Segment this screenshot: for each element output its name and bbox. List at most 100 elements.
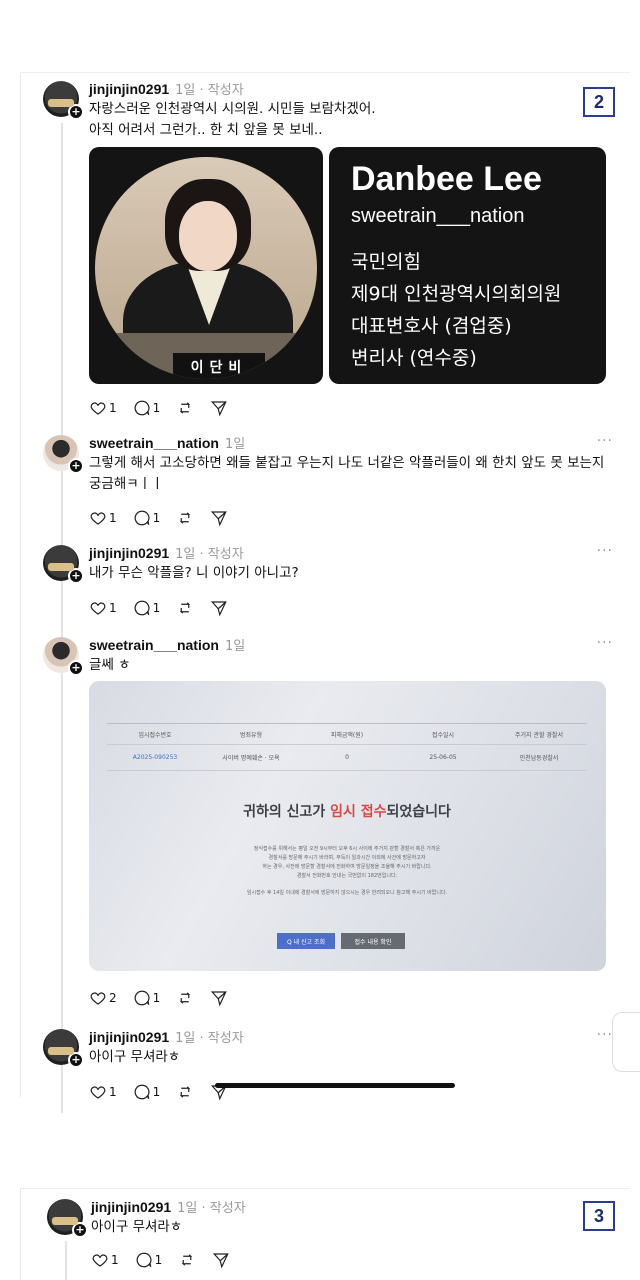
report-col: 주거지 관할 경찰서 (515, 731, 563, 739)
share-icon (211, 601, 227, 617)
portrait-face (179, 201, 237, 271)
username[interactable]: jinjinjin0291 (89, 1029, 169, 1045)
report-cell: 25-06-05 (429, 754, 457, 761)
reply-count: 1 (152, 511, 161, 525)
post-header: sweetrain___nation 1일 (89, 635, 245, 654)
post-text-line: 궁금해ㅋㅣㅣ (89, 476, 164, 492)
post-meta: 1일 (224, 437, 246, 452)
like-button[interactable]: 2 (89, 989, 117, 1007)
repost-button[interactable] (176, 399, 194, 417)
post-text-line: 아직 어려서 그런가.. 한 치 앞을 못 보네.. (89, 122, 323, 138)
report-body-line: 하는 경우, 사전에 방문할 경찰서에 전화하여 방문일정을 조율해 주시기 바… (262, 864, 432, 870)
username[interactable]: jinjinjin0291 (89, 545, 169, 561)
report-body-line: 경찰서 전화번호 안내는 국번없이 182번입니다. (296, 873, 398, 879)
username[interactable]: jinjinjin0291 (91, 1199, 171, 1215)
like-button[interactable]: 1 (89, 1083, 117, 1101)
post-meta: 1일 · 작성자 (177, 1201, 246, 1216)
report-cell: 사이버 명예훼손 · 모욕 (222, 755, 280, 762)
plus-icon[interactable]: + (68, 568, 84, 584)
plus-icon[interactable]: + (68, 104, 84, 120)
report-body-line: 정식접수를 위해서는 평일 오전 9시부터 오후 6시 사이에 주거지 관할 경… (253, 846, 441, 852)
more-icon[interactable]: ··· (597, 433, 613, 449)
plus-icon[interactable]: + (68, 660, 84, 676)
profile-info-image[interactable]: Danbee Lee sweetrain___nation 국민의힘 제9대 인… (329, 147, 606, 384)
share-icon (211, 991, 227, 1007)
reply-button[interactable]: 1 (135, 1251, 162, 1269)
avatar[interactable]: + (43, 637, 84, 676)
repost-icon (180, 1086, 191, 1098)
repost-icon (180, 512, 191, 524)
avatar[interactable]: + (43, 435, 84, 474)
more-icon[interactable]: ··· (597, 1027, 613, 1043)
heart-icon (90, 1086, 106, 1099)
post-actions: 2 1 (89, 989, 244, 1007)
report-title-prefix: 귀하의 신고가 (243, 804, 331, 820)
avatar[interactable]: + (43, 81, 84, 120)
post-actions: 1 1 (89, 599, 244, 617)
report-screenshot-image[interactable]: 임시접수번호 범죄유형 피해금액(원) 접수일시 주거지 관할 경찰서 A202… (89, 681, 606, 971)
thread-panel-2: 2 + jinjinjin0291 1일 · 작성자 자랑스러운 인천광역시 시의… (20, 72, 630, 1113)
like-button[interactable]: 1 (89, 509, 117, 527)
post-text: 그렇게 해서 고소당하면 왜들 붙잡고 우는지 나도 너같은 악플러들이 왜 한… (89, 453, 604, 495)
share-button[interactable] (210, 989, 228, 1007)
repost-icon (180, 602, 191, 614)
like-button[interactable]: 1 (91, 1251, 119, 1269)
like-count: 1 (109, 1085, 117, 1099)
plus-icon[interactable]: + (68, 458, 84, 474)
reply-count: 1 (152, 1085, 161, 1099)
username[interactable]: sweetrain___nation (89, 637, 219, 653)
repost-button[interactable] (176, 599, 194, 617)
profile-name: Danbee Lee (351, 160, 542, 198)
comment-icon (134, 1084, 150, 1100)
report-col: 범죄유형 (239, 731, 263, 739)
repost-button[interactable] (178, 1251, 196, 1269)
reply-button[interactable]: 1 (133, 1083, 161, 1101)
profile-photo-image[interactable]: 이단비 (89, 147, 323, 384)
post-actions: 1 1 (89, 509, 244, 527)
plus-icon[interactable]: + (72, 1222, 88, 1238)
share-button[interactable] (210, 399, 228, 417)
comment-icon (136, 1252, 152, 1268)
avatar[interactable]: + (47, 1199, 88, 1238)
more-icon[interactable]: ··· (597, 635, 613, 651)
username[interactable]: sweetrain___nation (89, 435, 219, 451)
like-count: 1 (109, 401, 117, 415)
thread-line (65, 1241, 67, 1280)
more-icon[interactable]: ··· (597, 543, 613, 559)
reply-button[interactable]: 1 (133, 509, 161, 527)
post-text: 아이구 무셔라ㅎ (91, 1217, 182, 1238)
repost-icon (182, 1254, 193, 1266)
scroll-indicator[interactable] (215, 1083, 455, 1088)
post-text: 아이구 무셔라ㅎ (89, 1047, 180, 1068)
reply-button[interactable]: 1 (133, 599, 160, 617)
like-button[interactable]: 1 (89, 399, 117, 417)
portrait-circle: 이단비 (95, 157, 317, 379)
report-detail-button: 접수 내용 확인 (341, 933, 405, 949)
username[interactable]: jinjinjin0291 (89, 81, 169, 97)
heart-icon (90, 992, 106, 1005)
avatar[interactable]: + (43, 545, 84, 584)
plus-icon[interactable]: + (68, 1052, 84, 1068)
repost-button[interactable] (176, 989, 194, 1007)
repost-button[interactable] (176, 1083, 194, 1101)
share-icon (211, 511, 227, 527)
share-button[interactable] (210, 599, 228, 617)
thread-line (61, 123, 63, 1113)
share-icon (213, 1253, 229, 1269)
report-table-row: A2025-090253 사이버 명예훼손 · 모욕 0 25-06-05 인천… (107, 745, 587, 771)
page-number-badge: 3 (583, 1201, 615, 1231)
repost-button[interactable] (176, 509, 194, 527)
like-button[interactable]: 1 (89, 599, 117, 617)
reply-count: 1 (152, 401, 161, 415)
profile-line: 대표변호사 (겸업중) (351, 315, 512, 337)
post-meta: 1일 · 작성자 (175, 83, 244, 98)
heart-icon (90, 402, 106, 415)
reply-button[interactable]: 1 (133, 989, 160, 1007)
side-drawer-tab[interactable] (612, 1012, 640, 1072)
report-title: 귀하의 신고가 임시 접수되었습니다 (107, 801, 587, 821)
share-button[interactable] (212, 1251, 230, 1269)
share-button[interactable] (210, 509, 228, 527)
avatar[interactable]: + (43, 1029, 84, 1068)
post-meta: 1일 · 작성자 (175, 547, 244, 562)
reply-button[interactable]: 1 (133, 399, 161, 417)
